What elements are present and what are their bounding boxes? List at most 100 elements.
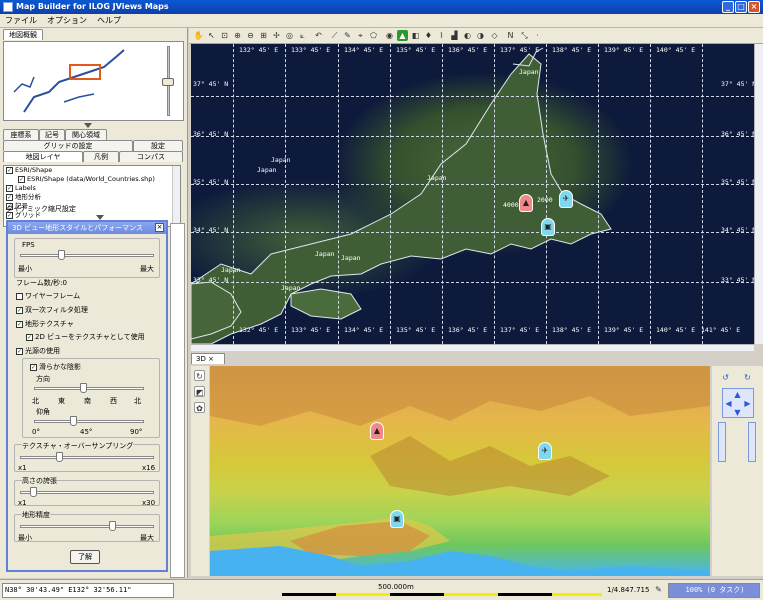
direction-slider-thumb[interactable]: [80, 383, 88, 393]
pencil-icon[interactable]: ✎: [342, 30, 353, 41]
tab-coordinate-system[interactable]: 座標系: [3, 129, 39, 140]
texture-slider-thumb[interactable]: [55, 452, 63, 462]
nav-right-icon[interactable]: ▶: [742, 398, 753, 409]
layer-checkbox[interactable]: ✓: [18, 175, 25, 183]
zoom-in-icon[interactable]: ⊕: [232, 30, 243, 41]
elevation-slider-track[interactable]: [34, 420, 144, 423]
layer-checkbox[interactable]: ✓: [6, 193, 13, 201]
texture-slider-track[interactable]: [20, 456, 154, 459]
ok-button[interactable]: 了解: [70, 550, 100, 564]
maximize-button[interactable]: □: [735, 1, 747, 13]
tab-map-layers[interactable]: 地図レイヤ: [3, 151, 83, 162]
tab-legend[interactable]: 凡例: [83, 151, 119, 162]
undo-icon[interactable]: ↶: [313, 30, 324, 41]
layer-icon[interactable]: ◧: [410, 30, 421, 41]
layer-row[interactable]: ✓ ESRI/Shape (data/World_Countries.shp): [4, 175, 180, 184]
tab-close-icon[interactable]: ×: [208, 355, 214, 363]
pan-hand-icon[interactable]: ✋: [193, 30, 204, 41]
hiker-icon[interactable]: ♦: [423, 30, 434, 41]
layer-row[interactable]: ✓ 地形分析: [4, 193, 180, 202]
nav-down-icon[interactable]: ▼: [732, 407, 743, 418]
layer-row[interactable]: ✓ Labels: [4, 184, 180, 193]
select-arrow-icon[interactable]: ↖: [206, 30, 217, 41]
tab-compass[interactable]: コンパス: [119, 151, 183, 162]
map-vertical-scrollbar[interactable]: [754, 44, 763, 344]
tab-grid-settings[interactable]: グリッドの設定: [3, 140, 133, 151]
ruler-icon[interactable]: ⟋: [329, 30, 340, 41]
chart-icon[interactable]: ▟: [449, 30, 460, 41]
layer-tree-scrollbar[interactable]: [172, 166, 180, 226]
height-slider-thumb[interactable]: [30, 487, 38, 497]
minimize-button[interactable]: _: [722, 1, 734, 13]
text-icon[interactable]: ◇: [489, 30, 500, 41]
menu-file[interactable]: ファイル: [0, 14, 42, 28]
polygon-icon[interactable]: ⬠: [368, 30, 379, 41]
vertex-icon[interactable]: ⌖: [355, 30, 366, 41]
fps-slider-thumb[interactable]: [58, 250, 66, 260]
checkbox-2d-texture[interactable]: ✓ 2D ビューをテクスチャとして使用: [26, 332, 145, 342]
3d-tilt-slider[interactable]: [748, 422, 756, 462]
3d-station-symbol-icon[interactable]: ▣: [390, 510, 404, 528]
rotate-left-icon[interactable]: ↺: [720, 372, 731, 383]
3d-layer-icon[interactable]: ◩: [194, 386, 205, 397]
3d-settings-icon[interactable]: ✿: [194, 402, 205, 413]
checkbox-bilinear[interactable]: ✓ 双一次フィルタ処理: [16, 305, 88, 315]
map-view[interactable]: 37° 45' N 36° 45' N 35° 45' N 34° 45' N …: [191, 44, 754, 344]
direction-slider-track[interactable]: [34, 387, 144, 390]
detail-slider-thumb[interactable]: [108, 521, 116, 531]
3d-refresh-icon[interactable]: ↻: [194, 370, 205, 381]
layer-checkbox[interactable]: ✓: [6, 184, 13, 192]
menu-help[interactable]: ヘルプ: [92, 14, 126, 28]
globe-icon[interactable]: ◉: [384, 30, 395, 41]
overview-map[interactable]: [3, 41, 184, 121]
map-horizontal-scrollbar[interactable]: [191, 344, 754, 351]
detail-slider-track[interactable]: [20, 525, 154, 528]
3d-mountain-symbol-icon[interactable]: ▲: [370, 422, 384, 440]
more-icon[interactable]: ·: [532, 30, 543, 41]
tab-3d[interactable]: 3D ×: [191, 353, 225, 364]
checkbox-wireframe[interactable]: ワイヤーフレーム: [16, 291, 80, 301]
overview-zoom-thumb[interactable]: [162, 78, 174, 86]
3d-zoom-slider[interactable]: [718, 422, 726, 462]
zoom-box-icon[interactable]: ⊡: [219, 30, 230, 41]
checkbox-box[interactable]: ✓: [16, 347, 23, 355]
checkbox-box[interactable]: ✓: [16, 306, 23, 314]
graph-icon[interactable]: ⌇: [436, 30, 447, 41]
checkbox-terrain-texture[interactable]: ✓ 地形テクスチャ: [16, 319, 74, 329]
rotate-right-icon[interactable]: ↻: [742, 372, 753, 383]
magnifier-icon[interactable]: ◎: [284, 30, 295, 41]
terrain-icon[interactable]: ▲: [397, 30, 408, 41]
tab-settings[interactable]: 設定: [133, 140, 183, 151]
mountain-symbol-icon[interactable]: ▲: [519, 194, 533, 212]
checkbox-box[interactable]: ✓: [16, 320, 23, 328]
3d-terrain-view[interactable]: ▲ ✈ ▣: [210, 366, 710, 576]
fit-view-icon[interactable]: ⊞: [258, 30, 269, 41]
zoom-out-icon[interactable]: ⊖: [245, 30, 256, 41]
menu-options[interactable]: オプション: [42, 14, 92, 28]
splitter-arrow-icon[interactable]: [84, 123, 92, 128]
line-icon[interactable]: ⤡: [519, 30, 530, 41]
close-button[interactable]: ×: [748, 1, 760, 13]
dialog-close-button[interactable]: ×: [155, 223, 164, 232]
elevation-slider-thumb[interactable]: [70, 416, 78, 426]
height-slider-track[interactable]: [20, 491, 154, 494]
measure-icon[interactable]: ⟀: [297, 30, 308, 41]
layer-row[interactable]: ✓ ESRI/Shape: [4, 166, 180, 175]
checkbox-box[interactable]: ✓: [30, 363, 37, 371]
tab-overview[interactable]: 地図概観: [3, 29, 43, 40]
3d-airport-symbol-icon[interactable]: ✈: [538, 442, 552, 460]
theme-icon[interactable]: ◐: [462, 30, 473, 41]
tab-areas-of-interest[interactable]: 関心領域: [65, 129, 107, 140]
snapshot-icon[interactable]: ◑: [475, 30, 486, 41]
center-icon[interactable]: ✢: [271, 30, 282, 41]
fps-slider-track[interactable]: [20, 254, 154, 257]
tab-symbols[interactable]: 記号: [39, 129, 65, 140]
checkbox-smooth-shading[interactable]: ✓ 滑らかな陰影: [30, 362, 81, 372]
layer-checkbox[interactable]: ✓: [6, 166, 13, 174]
checkbox-box[interactable]: [16, 292, 23, 300]
station-symbol-icon[interactable]: ▣: [541, 218, 555, 236]
checkbox-lighting[interactable]: ✓ 光源の使用: [16, 346, 60, 356]
north-arrow-icon[interactable]: N: [505, 30, 516, 41]
airport-symbol-icon[interactable]: ✈: [559, 190, 573, 208]
edit-scale-icon[interactable]: ✎: [653, 584, 664, 595]
